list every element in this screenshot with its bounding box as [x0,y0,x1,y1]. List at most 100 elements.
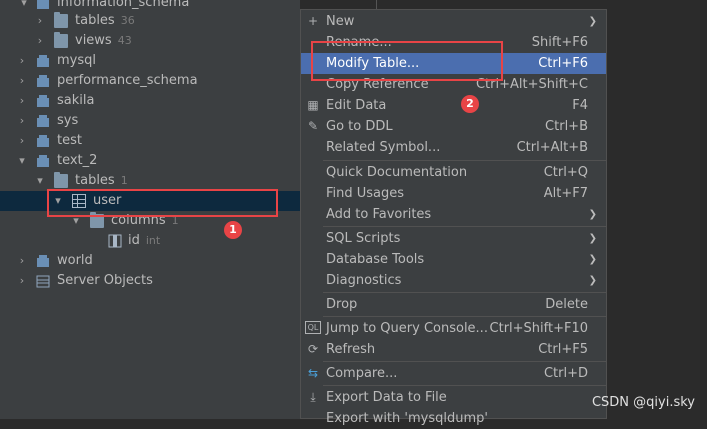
menu-item-label: Jump to Query Console... [326,321,488,336]
server-objects-icon [36,274,50,288]
database-icon [36,94,50,108]
database-icon [36,0,50,10]
database-icon [36,74,50,88]
menu-item-diagnostics[interactable]: Diagnostics ❯ [301,270,606,291]
menu-item-shortcut: Ctrl+Shift+F10 [489,321,588,336]
database-icon [36,154,50,168]
menu-separator [323,316,606,317]
database-icon [36,114,50,128]
folder-icon [54,32,68,48]
chevron-right-icon[interactable]: › [34,31,46,51]
tree-item-test[interactable]: › test [0,131,300,151]
watermark: CSDN @qiyi.sky [591,395,695,410]
menu-item-jump-to-query-console[interactable]: QL Jump to Query Console... Ctrl+Shift+F… [301,318,606,339]
tree-item-label: id [128,233,140,248]
chevron-right-icon: ❯ [588,233,597,244]
menu-item-label: Edit Data [326,98,387,113]
menu-separator [323,292,606,293]
menu-item-export-data-to-file[interactable]: ⤓ Export Data to File [301,387,606,408]
annotation-badge-2: 2 [461,95,479,113]
grid-icon: ▦ [307,98,319,112]
item-count: 1 [120,174,128,187]
item-count: 43 [117,34,132,47]
chevron-right-icon[interactable]: › [16,71,28,91]
menu-item-shortcut: Ctrl+F5 [538,342,588,357]
chevron-right-icon[interactable]: › [16,251,28,271]
menu-item-drop[interactable]: Drop Delete [301,294,606,315]
annotation-box-modify-table [311,41,503,81]
pencil-icon: ✎ [307,119,319,133]
menu-item-database-tools[interactable]: Database Tools ❯ [301,249,606,270]
menu-item-compare[interactable]: ⇆ Compare... Ctrl+D [301,363,606,384]
menu-item-label: Database Tools [326,252,425,267]
menu-item-label: Refresh [326,342,376,357]
tree-item-label: performance_schema [57,73,198,88]
tree-item-server-objects[interactable]: › Server Objects [0,271,300,291]
menu-item-label: Quick Documentation [326,165,468,180]
annotation-badge-1: 1 [224,221,242,239]
menu-item-shortcut: Alt+F7 [543,186,588,201]
menu-separator [323,160,606,161]
tree-item-label: tables [75,13,115,28]
chevron-right-icon[interactable]: › [16,111,28,131]
chevron-down-icon[interactable]: ▾ [16,151,28,171]
menu-item-label: Add to Favorites [326,207,432,222]
chevron-right-icon: ❯ [588,275,597,286]
menu-item-label: Go to DDL [326,119,393,134]
tree-item-world[interactable]: › world [0,251,300,271]
tree-item-label: tables [75,173,115,188]
menu-item-label: Compare... [326,366,398,381]
tree-item-sys[interactable]: › sys [0,111,300,131]
tree-item-tables[interactable]: › tables 36 [0,11,300,31]
menu-item-shortcut: Ctrl+Alt+B [516,140,588,155]
menu-item-label: Diagnostics [326,273,402,288]
menu-item-label: Related Symbol... [326,140,441,155]
folder-icon [54,12,68,28]
menu-item-find-usages[interactable]: Find Usages Alt+F7 [301,183,606,204]
chevron-right-icon[interactable]: › [16,91,28,111]
menu-item-shortcut: F4 [572,98,588,113]
menu-item-quick-documentation[interactable]: Quick Documentation Ctrl+Q [301,162,606,183]
menu-item-label: Find Usages [326,186,405,201]
annotation-box-user [47,189,278,217]
database-icon [36,54,50,68]
tree-item-label: sys [57,113,79,128]
database-icon [36,134,50,148]
folder-icon [54,172,68,188]
chevron-right-icon[interactable]: › [16,51,28,71]
tree-item-tables-text2[interactable]: ▾ tables 1 [0,171,300,191]
menu-item-refresh[interactable]: ⟳ Refresh Ctrl+F5 [301,339,606,360]
menu-item-new[interactable]: + New ❯ [301,11,606,32]
column-icon [108,234,122,248]
menu-item-shortcut: Ctrl+F6 [538,56,588,71]
menu-separator [323,361,606,362]
tree-item-label: views [75,33,112,48]
tree-item-id[interactable]: id int [0,231,300,251]
tree-item-performance-schema[interactable]: › performance_schema [0,71,300,91]
menu-item-label: Drop [326,297,358,312]
menu-item-sql-scripts[interactable]: SQL Scripts ❯ [301,228,606,249]
menu-item-shortcut: Ctrl+B [545,119,588,134]
menu-separator [323,385,606,386]
menu-item-label: SQL Scripts [326,231,401,246]
tree-item-text-2[interactable]: ▾ text_2 [0,151,300,171]
menu-item-related-symbol[interactable]: Related Symbol... Ctrl+Alt+B [301,137,606,158]
menu-item-shortcut: Ctrl+Q [543,165,588,180]
menu-item-edit-data[interactable]: ▦ Edit Data F4 [301,95,606,116]
refresh-icon: ⟳ [307,342,319,356]
export-icon: ⤓ [310,390,316,404]
tree-item-views[interactable]: › views 43 [0,31,300,51]
menu-item-shortcut: Shift+F6 [531,35,588,50]
tree-item-label: mysql [57,53,96,68]
chevron-right-icon[interactable]: › [34,11,46,31]
tree-item-label: sakila [57,93,95,108]
menu-item-go-to-ddl[interactable]: ✎ Go to DDL Ctrl+B [301,116,606,137]
chevron-right-icon[interactable]: › [16,131,28,151]
tree-item-mysql[interactable]: › mysql [0,51,300,71]
chevron-down-icon[interactable]: ▾ [34,171,46,191]
menu-item-add-to-favorites[interactable]: Add to Favorites ❯ [301,204,606,225]
console-icon: QL [305,321,321,334]
tree-item-sakila[interactable]: › sakila [0,91,300,111]
tree-item-label: test [57,133,82,148]
chevron-right-icon[interactable]: › [16,271,28,291]
